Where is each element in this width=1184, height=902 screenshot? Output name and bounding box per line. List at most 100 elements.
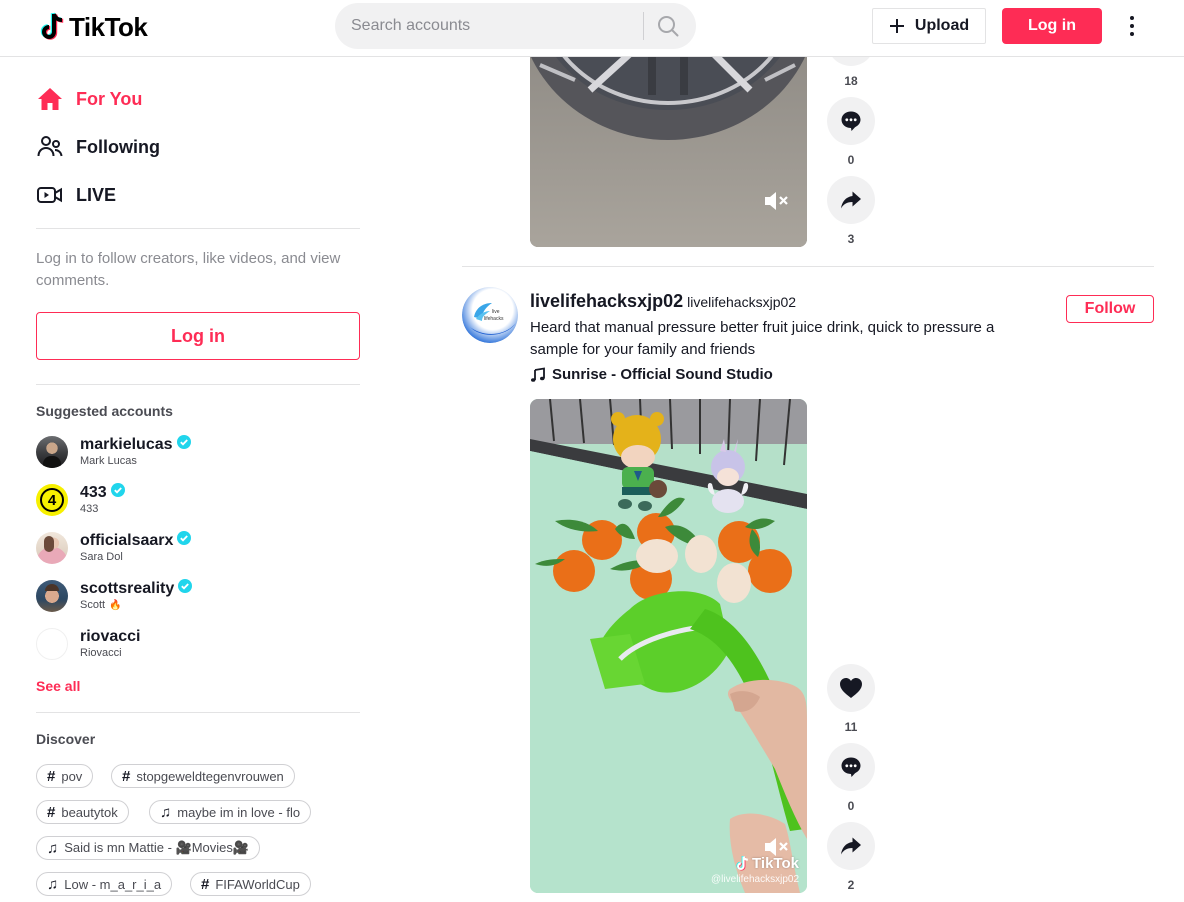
post-author[interactable]: livelifehacksxjp02 livelifehacksxjp02: [530, 291, 796, 312]
post-author-handle: livelifehacksxjp02: [530, 291, 684, 311]
tag-label: Said is mn Mattie - 🎥Movies🎥: [64, 840, 250, 855]
see-all-link[interactable]: See all: [36, 678, 80, 694]
account-handle: scottsreality: [80, 579, 175, 597]
share-count: 2: [847, 878, 855, 892]
feed-divider: [462, 266, 1154, 267]
music-note-icon: ♫: [47, 839, 59, 857]
more-dot-icon: [1130, 24, 1134, 28]
tag-label: FIFAWorldCup: [215, 876, 300, 892]
suggested-account[interactable]: 4 433 433: [36, 482, 125, 518]
nav-live[interactable]: LIVE: [36, 181, 116, 209]
video-frame-wheel: [530, 40, 807, 247]
previous-comment-button[interactable]: 0: [827, 97, 875, 167]
home-icon: [36, 85, 64, 113]
like-count: 11: [844, 720, 858, 734]
hashtag-icon: #: [47, 803, 56, 821]
search-icon: [658, 16, 679, 37]
share-icon: [841, 837, 861, 855]
discover-tag[interactable]: # stopgeweldtegenvrouwen: [111, 764, 295, 788]
account-handle: 433: [80, 483, 107, 501]
video-player[interactable]: TikTok @livelifehacksxjp02: [530, 399, 807, 893]
post-author-avatar[interactable]: live lifehacks: [462, 287, 518, 343]
post-description: Heard that manual pressure better fruit …: [530, 319, 995, 358]
discover-tag[interactable]: # FIFAWorldCup: [190, 872, 311, 896]
music-note-icon: [531, 366, 545, 382]
search-divider: [643, 12, 644, 40]
account-name: Scott: [80, 598, 106, 611]
avatar: [36, 532, 68, 564]
fire-emoji-icon: 🔥: [109, 599, 122, 611]
tiktok-note-icon: [40, 12, 64, 40]
tag-label: stopgeweldtegenvrouwen: [136, 768, 284, 784]
sidebar-divider: [36, 712, 360, 713]
tag-label: pov: [61, 768, 83, 784]
watermark-username: @livelifehacksxjp02: [711, 874, 799, 885]
sidebar-divider: [36, 384, 360, 385]
people-icon: [36, 133, 64, 161]
nav-label: LIVE: [76, 184, 117, 205]
live-camera-icon: [36, 181, 64, 209]
comment-icon: [841, 111, 861, 131]
search-input[interactable]: [351, 3, 641, 49]
suggested-account[interactable]: markielucas Mark Lucas: [36, 434, 191, 470]
post-music-link[interactable]: Sunrise - Official Sound Studio: [530, 366, 773, 383]
hashtag-icon: #: [122, 767, 131, 785]
hashtag-icon: #: [47, 767, 56, 785]
post-author-nickname: livelifehacksxjp02: [687, 294, 797, 310]
account-name: Mark Lucas: [80, 454, 137, 467]
discover-tag[interactable]: ♫ maybe im in love - flo: [149, 800, 312, 824]
nav-for-you[interactable]: For You: [36, 85, 142, 113]
tag-label: Low - m_a_r_i_a: [64, 876, 162, 892]
top-header: TikTok Upload Log in: [0, 0, 1184, 57]
comment-button[interactable]: 0: [827, 743, 875, 813]
plus-icon: [889, 19, 904, 33]
previous-share-button[interactable]: 3: [827, 176, 875, 246]
tag-label: beautytok: [61, 804, 118, 820]
suggested-accounts-title: Suggested accounts: [36, 403, 173, 419]
post-music-title: Sunrise - Official Sound Studio: [552, 366, 773, 383]
music-note-icon: ♫: [47, 875, 59, 893]
follow-button[interactable]: Follow: [1066, 295, 1154, 323]
video-frame-juicer: [530, 399, 807, 893]
tiktok-watermark: TikTok @livelifehacksxjp02: [711, 855, 799, 885]
verified-badge-icon: [178, 578, 193, 593]
suggested-account[interactable]: riovacci Riovacci: [36, 626, 140, 662]
discover-tag[interactable]: ♫ Low - m_a_r_i_a: [36, 872, 173, 896]
account-handle: officialsaarx: [80, 531, 174, 549]
account-handle: riovacci: [80, 627, 141, 645]
suggested-account[interactable]: officialsaarx Sara Dol: [36, 530, 192, 566]
comment-icon: [841, 757, 861, 777]
avatar: 4: [36, 484, 68, 516]
header-login-button[interactable]: Log in: [1002, 8, 1102, 44]
previous-video-player[interactable]: [530, 40, 807, 247]
account-name: Sara Dol: [80, 550, 123, 563]
comment-count: 0: [847, 153, 855, 167]
account-name: Riovacci: [80, 646, 122, 659]
avatar: [36, 628, 68, 660]
share-count: 3: [847, 232, 855, 246]
more-menu-button[interactable]: [1122, 14, 1142, 38]
search-button[interactable]: [653, 14, 683, 38]
music-note-icon: ♫: [160, 803, 172, 821]
avatar: [36, 580, 68, 612]
heart-icon: [840, 678, 862, 698]
watermark-logo-text: TikTok: [752, 855, 799, 872]
comment-count: 0: [847, 799, 855, 813]
share-button[interactable]: 2: [827, 822, 875, 892]
discover-tag[interactable]: # pov: [36, 764, 94, 788]
avatar-text: lifehacks: [484, 316, 504, 322]
like-button[interactable]: 11: [827, 664, 875, 734]
mute-icon[interactable]: [763, 190, 791, 212]
tiktok-logo[interactable]: TikTok: [40, 11, 148, 43]
sidebar-login-button[interactable]: Log in: [36, 312, 360, 360]
upload-button[interactable]: Upload: [872, 8, 986, 44]
sidebar-divider: [36, 228, 360, 229]
discover-tag[interactable]: ♫ Said is mn Mattie - 🎥Movies🎥: [36, 836, 261, 860]
verified-badge-icon: [110, 482, 125, 497]
avatar: [36, 436, 68, 468]
share-icon: [841, 191, 861, 209]
upload-label: Upload: [914, 17, 970, 34]
nav-following[interactable]: Following: [36, 133, 160, 161]
suggested-account[interactable]: scottsreality Scott 🔥: [36, 578, 193, 614]
discover-tag[interactable]: # beautytok: [36, 800, 129, 824]
